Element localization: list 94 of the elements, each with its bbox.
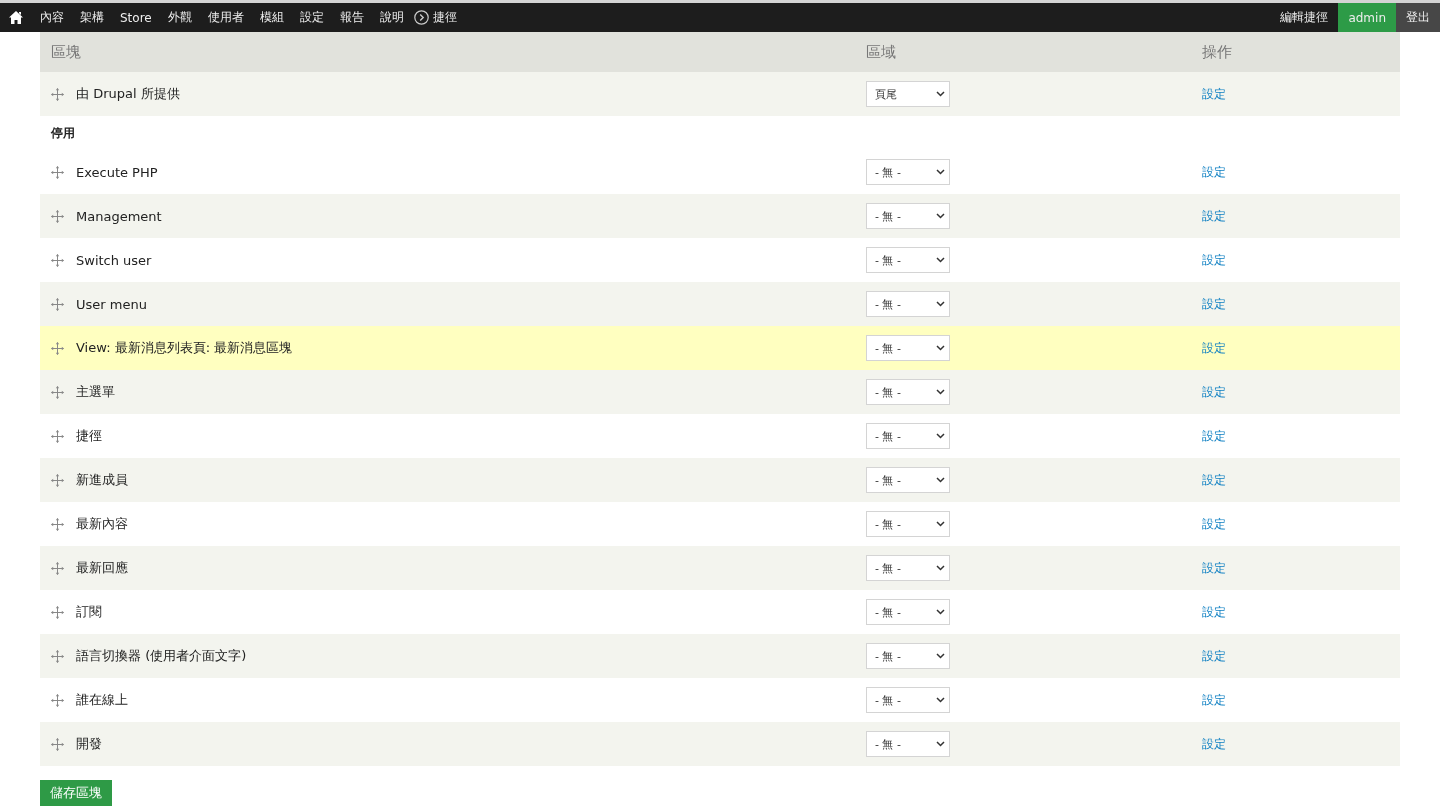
region-select[interactable]: - 無 -: [866, 335, 950, 361]
drag-handle-icon[interactable]: [51, 649, 64, 663]
block-name: Switch user: [76, 252, 152, 268]
toolbar-menu-item[interactable]: 內容: [32, 9, 72, 26]
region-select[interactable]: - 無 -: [866, 555, 950, 581]
configure-link[interactable]: 設定: [1202, 647, 1226, 665]
column-header: 操作: [1202, 42, 1233, 62]
toolbar-menu-item[interactable]: 說明: [371, 9, 412, 26]
block-name: 訂閱: [76, 603, 102, 621]
drag-handle-icon[interactable]: [51, 209, 64, 223]
region-select[interactable]: - 無 -: [866, 423, 950, 449]
column-header: 區域: [866, 42, 897, 62]
block-name: User menu: [76, 296, 147, 312]
configure-link[interactable]: 設定: [1202, 295, 1226, 313]
drag-handle-icon[interactable]: [51, 473, 64, 487]
caret-icon: [936, 741, 945, 747]
caret-icon: [936, 345, 945, 351]
configure-link[interactable]: 設定: [1202, 207, 1226, 225]
block-name: Execute PHP: [76, 164, 158, 180]
toolbar-menu-item[interactable]: 模組: [251, 9, 292, 26]
drag-handle-icon[interactable]: [51, 87, 64, 101]
caret-icon: [936, 301, 945, 307]
drag-handle-icon[interactable]: [51, 517, 64, 531]
region-select[interactable]: - 無 -: [866, 379, 950, 405]
drag-handle-icon[interactable]: [51, 385, 64, 399]
drag-handle-icon[interactable]: [51, 297, 64, 311]
toolbar-menu-item[interactable]: 使用者: [199, 9, 252, 26]
caret-icon: [936, 91, 945, 97]
configure-link[interactable]: 設定: [1202, 163, 1226, 181]
home-icon[interactable]: [9, 11, 23, 24]
toolbar-link[interactable]: 編輯捷徑: [1270, 3, 1339, 32]
block-name: Management: [76, 208, 162, 224]
region-select[interactable]: - 無 -: [866, 159, 950, 185]
region-select[interactable]: - 無 -: [866, 687, 950, 713]
configure-link[interactable]: 設定: [1202, 339, 1226, 357]
caret-icon: [936, 521, 945, 527]
block-name: 開發: [76, 735, 102, 753]
configure-link[interactable]: 設定: [1202, 427, 1226, 445]
drag-handle-icon[interactable]: [51, 165, 64, 179]
drag-handle-icon[interactable]: [51, 341, 64, 355]
drag-handle-icon[interactable]: [51, 693, 64, 707]
caret-icon: [936, 169, 945, 175]
drag-handle-icon[interactable]: [51, 737, 64, 751]
caret-icon: [936, 653, 945, 659]
region-select[interactable]: - 無 -: [866, 643, 950, 669]
section-title: 停用: [51, 124, 75, 142]
caret-icon: [936, 477, 945, 483]
block-name: View: 最新消息列表頁: 最新消息區塊: [76, 339, 293, 357]
caret-icon: [936, 213, 945, 219]
region-select[interactable]: - 無 -: [866, 203, 950, 229]
shortcuts-link[interactable]: 捷徑: [428, 9, 465, 26]
drag-handle-icon[interactable]: [51, 253, 64, 267]
region-select[interactable]: 頁尾: [866, 81, 950, 107]
block-name: 誰在線上: [76, 691, 128, 709]
configure-link[interactable]: 設定: [1202, 85, 1226, 103]
block-name: 最新內容: [76, 515, 128, 533]
region-select[interactable]: - 無 -: [866, 247, 950, 273]
block-name: 捷徑: [76, 427, 102, 445]
caret-icon: [936, 389, 945, 395]
region-select[interactable]: - 無 -: [866, 511, 950, 537]
configure-link[interactable]: 設定: [1202, 691, 1226, 709]
caret-icon: [936, 697, 945, 703]
configure-link[interactable]: 設定: [1202, 559, 1226, 577]
column-header: 區塊: [50, 42, 82, 62]
toolbar-link[interactable]: 登出: [1396, 3, 1440, 32]
region-select[interactable]: - 無 -: [866, 731, 950, 757]
toolbar-menu-item[interactable]: 設定: [291, 9, 332, 26]
configure-link[interactable]: 設定: [1202, 471, 1226, 489]
block-name: 由 Drupal 所提供: [76, 85, 180, 103]
region-select[interactable]: - 無 -: [866, 599, 950, 625]
save-blocks-button[interactable]: 儲存區塊: [40, 780, 112, 806]
caret-icon: [936, 565, 945, 571]
block-name: 語言切換器 (使用者介面文字): [76, 647, 247, 665]
toolbar-menu-item[interactable]: Store: [112, 10, 160, 25]
block-name: 最新回應: [76, 559, 128, 577]
caret-icon: [936, 609, 945, 615]
block-name: 主選單: [76, 383, 115, 401]
caret-icon: [936, 433, 945, 439]
configure-link[interactable]: 設定: [1202, 603, 1226, 621]
toolbar-menu-item[interactable]: 報告: [331, 9, 372, 26]
toolbar-menu-item[interactable]: 架構: [72, 9, 112, 26]
drag-handle-icon[interactable]: [51, 605, 64, 619]
configure-link[interactable]: 設定: [1202, 735, 1226, 753]
caret-icon: [936, 257, 945, 263]
configure-link[interactable]: 設定: [1202, 383, 1226, 401]
configure-link[interactable]: 設定: [1202, 515, 1226, 533]
block-name: 新進成員: [76, 471, 128, 489]
chevron-circle-icon[interactable]: [413, 10, 429, 25]
toolbar-menu-item[interactable]: 外觀: [159, 9, 200, 26]
region-select[interactable]: - 無 -: [866, 467, 950, 493]
drag-handle-icon[interactable]: [51, 429, 64, 443]
configure-link[interactable]: 設定: [1202, 251, 1226, 269]
drag-handle-icon[interactable]: [51, 561, 64, 575]
region-select[interactable]: - 無 -: [866, 291, 950, 317]
